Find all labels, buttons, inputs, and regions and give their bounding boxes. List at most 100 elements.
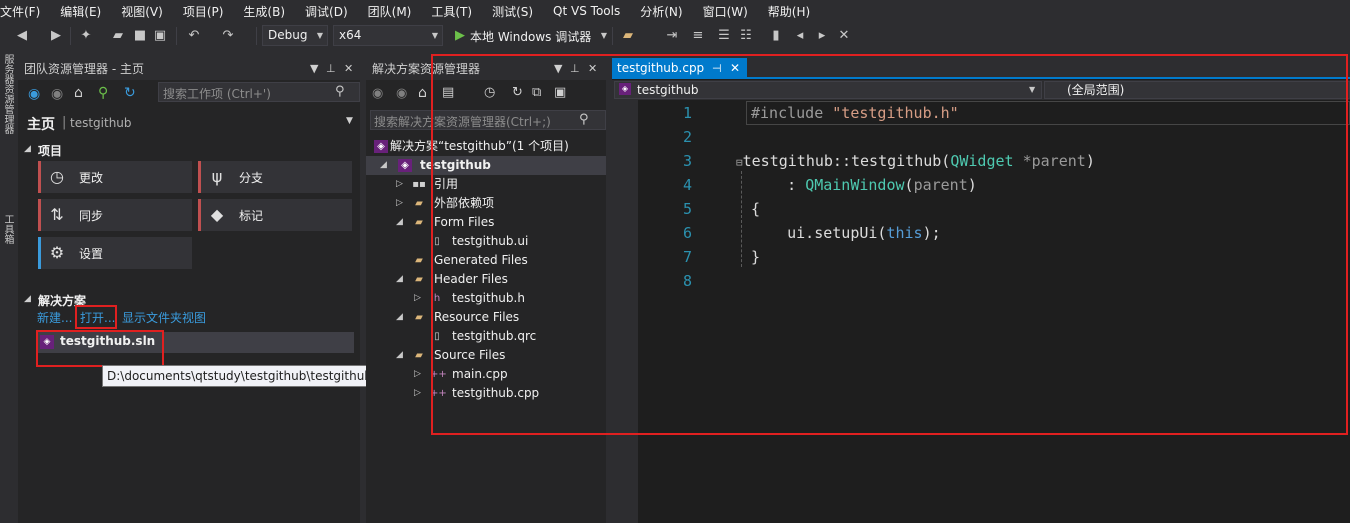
tile-tags[interactable]: ◆ 标记 [198, 199, 352, 231]
prev-bookmark-icon[interactable]: ◂ [792, 28, 808, 44]
collapsed-icon[interactable]: ▷ [396, 194, 403, 213]
new-solution-link[interactable]: 新建... [37, 309, 72, 326]
menu-item[interactable]: 测试(S) [492, 3, 543, 20]
pin-icon[interactable]: ⊥ [326, 58, 336, 80]
close-icon[interactable]: ✕ [344, 58, 353, 80]
collapsed-icon[interactable]: ▷ [414, 384, 421, 403]
sync-icon: ⇅ [50, 205, 64, 224]
menu-item[interactable]: 调试(D) [305, 3, 358, 20]
open-folder-icon[interactable]: ▰ [110, 28, 126, 44]
expanded-icon[interactable]: ◢ [396, 346, 403, 365]
highlight-box [36, 330, 164, 367]
forward-icon[interactable]: ◉ [396, 86, 407, 101]
chevron-down-icon[interactable]: ▼ [346, 116, 353, 126]
save-all-icon[interactable]: ▣ [152, 28, 168, 44]
collapse-icon[interactable]: ◢ [24, 294, 31, 304]
tile-settings[interactable]: ⚙ 设置 [38, 237, 192, 269]
expanded-icon: ◢ [380, 160, 387, 170]
toolbar-separator [256, 27, 257, 45]
folder-icon: ▰ [415, 255, 423, 266]
chevron-down-icon: ▼ [431, 31, 438, 40]
team-search-input[interactable]: 搜索工作项 (Ctrl+') ⚲ [158, 82, 360, 102]
projects-section-title: 项目 [38, 144, 63, 158]
project-icon: ◈ [398, 159, 412, 172]
menu-bar: 文件(F) 编辑(E) 视图(V) 项目(P) 生成(B) 调试(D) 团队(M) 工具(T)… [0, 0, 1350, 22]
menu-item[interactable]: 团队(M) [368, 3, 422, 20]
highlight-box [75, 305, 117, 329]
tile-label: 同步 [79, 209, 104, 223]
forward-icon[interactable]: ◉ [51, 86, 63, 102]
expanded-icon[interactable]: ◢ [396, 308, 403, 327]
tile-label: 更改 [79, 171, 104, 185]
clock-icon: ◷ [50, 167, 64, 186]
menu-item[interactable]: 分析(N) [640, 3, 692, 20]
new-project-icon[interactable]: ✦ [78, 28, 94, 44]
back-icon[interactable]: ◉ [28, 86, 40, 102]
step-icon[interactable]: ⇥ [664, 28, 680, 44]
menu-item[interactable]: 视图(V) [121, 3, 173, 20]
toolbar: ◀ ▶ ✦ ▰ ■ ▣ ↶ ↷ Debug ▼ x64 ▼ ▶ 本地 Windo… [0, 22, 1350, 50]
home-icon[interactable]: ⌂ [74, 85, 83, 101]
connect-icon[interactable]: ⚲ [98, 85, 108, 101]
search-placeholder: 搜索工作项 (Ctrl+') [163, 87, 271, 101]
browse-icon[interactable]: ▰ [620, 28, 636, 44]
clear-bookmarks-icon[interactable]: ✕ [836, 28, 852, 44]
home-icon[interactable]: ⌂ [418, 85, 427, 101]
tile-label: 标记 [239, 209, 264, 223]
expanded-icon[interactable]: ◢ [396, 213, 403, 232]
next-bookmark-icon[interactable]: ▸ [814, 28, 830, 44]
server-explorer-tab[interactable]: 服务器资源管理器 [1, 54, 15, 164]
expanded-icon[interactable]: ◢ [396, 270, 403, 289]
folder-view-link[interactable]: 显示文件夹视图 [122, 309, 206, 326]
chevron-down-icon[interactable]: ▼ [596, 28, 612, 44]
chevron-down-icon: ▼ [316, 31, 323, 40]
toolbar-separator [70, 27, 71, 45]
menu-item[interactable]: 帮助(H) [768, 3, 820, 20]
collapse-icon[interactable]: ◢ [24, 144, 31, 154]
branch-icon: ψ [211, 167, 223, 186]
refresh-icon[interactable]: ↻ [124, 85, 136, 101]
configuration-value: Debug [268, 28, 308, 42]
external-deps-icon: ▰ [415, 198, 423, 209]
tile-branches[interactable]: ψ 分支 [198, 161, 352, 193]
tile-changes[interactable]: ◷ 更改 [38, 161, 192, 193]
redo-icon[interactable]: ↷ [220, 28, 236, 44]
toolbar-separator [176, 27, 177, 45]
tile-sync[interactable]: ⇅ 同步 [38, 199, 192, 231]
home-label: 主页 [27, 117, 55, 133]
menu-item[interactable]: 工具(T) [431, 3, 482, 20]
menu-item[interactable]: 窗口(W) [703, 3, 758, 20]
uncomment-icon[interactable]: ☷ [738, 28, 754, 44]
search-icon[interactable]: ⚲ [335, 84, 345, 99]
back-icon[interactable]: ◀ [14, 28, 30, 44]
format-icon[interactable]: ≡ [690, 28, 706, 44]
collapsed-icon[interactable]: ▷ [396, 175, 403, 194]
platform-select[interactable]: x64 ▼ [333, 25, 443, 46]
menu-item[interactable]: 生成(B) [243, 3, 295, 20]
collapsed-icon[interactable]: ▷ [414, 365, 421, 384]
menu-item[interactable]: Qt VS Tools [553, 4, 630, 18]
dropdown-icon[interactable]: ▼ [310, 58, 318, 80]
undo-icon[interactable]: ↶ [186, 28, 202, 44]
menu-item[interactable]: 文件(F) [0, 3, 50, 20]
play-icon[interactable]: ▶ [452, 28, 468, 44]
back-icon[interactable]: ◉ [372, 86, 383, 101]
forward-icon[interactable]: ▶ [48, 28, 64, 44]
bookmark-icon[interactable]: ▮ [768, 28, 784, 44]
folder-icon: ▰ [415, 312, 423, 323]
references-icon: ▪▪ [412, 179, 426, 190]
menu-item[interactable]: 项目(P) [183, 3, 234, 20]
start-debugger-button[interactable]: 本地 Windows 调试器 [470, 28, 591, 45]
menu-item[interactable]: 编辑(E) [60, 3, 111, 20]
save-icon[interactable]: ■ [132, 28, 148, 44]
side-strip: 服务器资源管理器 工具箱 [0, 52, 16, 523]
repo-name: testgithub [70, 116, 132, 130]
tile-label: 设置 [79, 247, 104, 261]
team-explorer-header: 团队资源管理器 - 主页 ▼ ⊥ ✕ [18, 58, 360, 80]
toolbox-tab[interactable]: 工具箱 [1, 214, 15, 254]
collapsed-icon[interactable]: ▷ [414, 289, 421, 308]
comment-icon[interactable]: ☰ [716, 28, 732, 44]
path-tooltip: D:\documents\qtstudy\testgithub\testgith… [102, 365, 393, 387]
configuration-select[interactable]: Debug ▼ [262, 25, 328, 46]
folder-icon: ▰ [415, 350, 423, 361]
